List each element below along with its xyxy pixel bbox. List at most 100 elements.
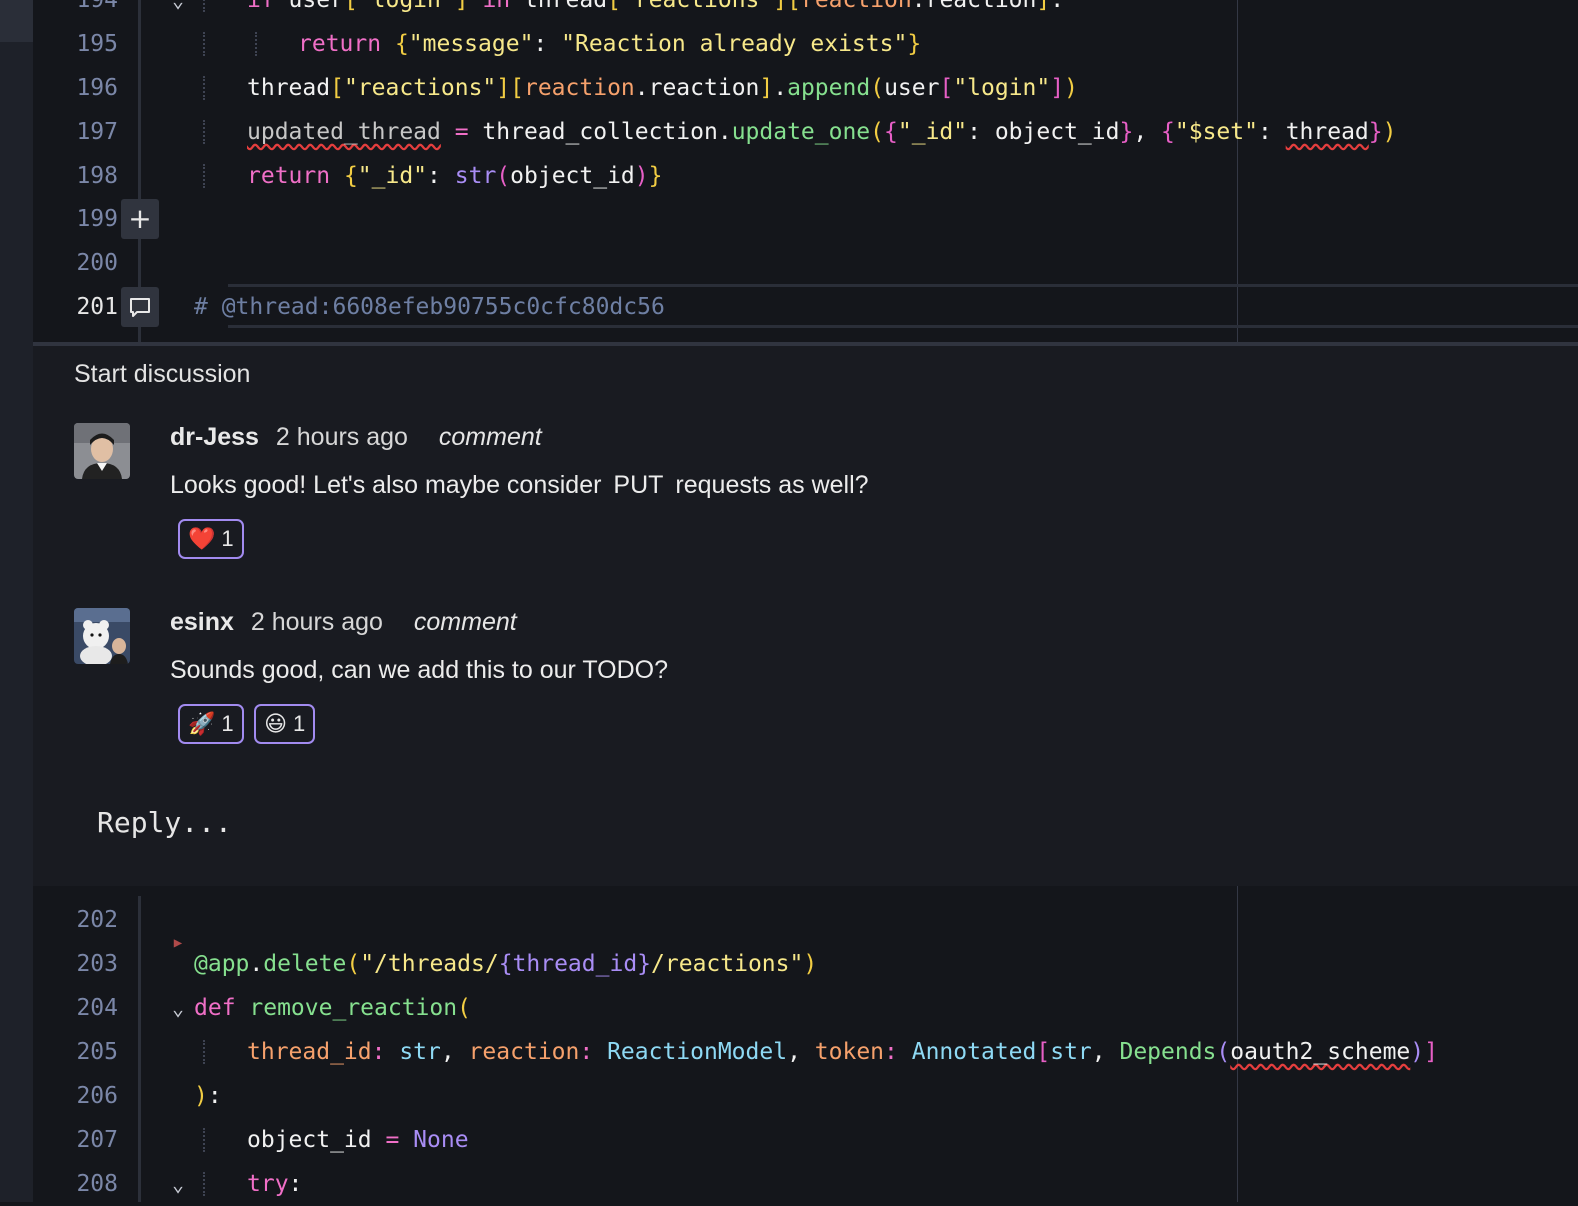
reaction-rocket[interactable]: 🚀 1 [178, 704, 244, 744]
avatar[interactable] [74, 423, 130, 479]
code-text: thread_id: str, reaction: ReactionModel,… [247, 1030, 1438, 1074]
code-token: "reactions" [343, 75, 497, 101]
comment-text: Sounds good, can we add this to our TODO… [170, 656, 668, 684]
code-text: def remove_reaction( [194, 986, 471, 1030]
code-token: : [288, 1171, 303, 1197]
code-token: reaction [468, 1039, 580, 1065]
code-token: "reactions" [620, 0, 774, 13]
breakpoint-arrow-icon[interactable]: ▶ [167, 930, 189, 956]
heart-icon: ❤️ [188, 527, 216, 552]
reaction-list: 🚀 1 😃 1 [178, 704, 321, 744]
line-number: 207 [76, 1127, 118, 1153]
code-line[interactable]: 194 ⌄ if user["login"] in thread["reacti… [33, 0, 1578, 22]
code-token: "_id" [897, 119, 968, 145]
smiley-icon: 😃 [264, 712, 288, 737]
code-token: ][ [496, 75, 524, 101]
code-token: { [884, 119, 898, 145]
comment-header: dr-Jess 2 hours ago comment [170, 423, 542, 452]
code-text: if user["login"] in thread["reactions"][… [247, 0, 1064, 22]
comment-author[interactable]: esinx [170, 608, 234, 636]
code-token: "login" [357, 0, 455, 13]
fold-chevron-icon[interactable]: ⌄ [167, 0, 189, 13]
code-token: = [371, 1127, 414, 1153]
code-line[interactable]: 199 + [33, 197, 1578, 241]
code-token: ) [803, 951, 818, 977]
code-token: : object_id [967, 119, 1120, 145]
code-token: [ [1036, 1039, 1051, 1065]
code-line[interactable]: 196 thread["reactions"][reaction.reactio… [33, 66, 1578, 110]
code-line[interactable]: 206 ): [33, 1074, 1578, 1118]
fold-chevron-icon[interactable]: ⌄ [167, 1171, 189, 1197]
code-token: "$set" [1174, 119, 1258, 145]
code-token: [ [939, 75, 954, 101]
line-number: 195 [76, 31, 118, 57]
code-line[interactable]: 204 ⌄ def remove_reaction( [33, 986, 1578, 1030]
code-token: ( [870, 75, 885, 101]
code-line[interactable]: 200 [33, 241, 1578, 285]
code-token: update_one [731, 119, 871, 145]
code-line[interactable]: 198 return {"_id": str(object_id)} [33, 154, 1578, 198]
code-token: } [637, 951, 652, 977]
code-token: { [343, 163, 358, 189]
code-token: append [787, 75, 871, 101]
code-line[interactable]: 197 updated_thread = thread_collection.u… [33, 110, 1578, 154]
code-line[interactable]: 208 ⌄ try: [33, 1162, 1578, 1206]
code-token: , [1091, 1039, 1120, 1065]
comment-body: Looks good! Let's also maybe consider PUT… [170, 471, 869, 500]
code-token: , [1133, 119, 1162, 145]
comment-text: Looks good! Let's also maybe consider [170, 471, 602, 499]
code-text: thread["reactions"][reaction.reaction].a… [247, 66, 1078, 110]
line-number: 206 [76, 1083, 118, 1109]
code-token: reaction [800, 0, 912, 13]
comment-author[interactable]: dr-Jess [170, 423, 259, 451]
line-number: 196 [76, 75, 118, 101]
code-token: str [454, 163, 497, 189]
code-token: ] [759, 75, 774, 101]
code-token: { [498, 951, 513, 977]
add-comment-button[interactable]: + [121, 199, 159, 239]
code-line[interactable]: 201 # @thread:6608efeb90755c0cfc80dc56 [33, 285, 1578, 329]
fold-chevron-icon[interactable]: ⌄ [167, 995, 189, 1021]
code-token: . [249, 951, 264, 977]
discussion-title: Start discussion [74, 360, 251, 388]
code-token: "message" [408, 31, 534, 57]
code-token: oauth2_scheme [1230, 1039, 1411, 1065]
code-token: in [482, 0, 524, 13]
code-token: str [399, 1039, 441, 1065]
code-token: thread [247, 75, 331, 101]
code-line[interactable]: 207 object_id = None [33, 1118, 1578, 1162]
code-editor-top[interactable]: 194 ⌄ if user["login"] in thread["reacti… [33, 0, 1578, 342]
code-line[interactable]: 205 thread_id: str, reaction: ReactionMo… [33, 1030, 1578, 1074]
code-line[interactable]: 203 ▶ @app.delete("/threads/{thread_id}/… [33, 935, 1578, 986]
inline-code: PUT [613, 471, 664, 499]
line-number: 205 [76, 1039, 118, 1065]
comment-thread-icon[interactable] [121, 287, 159, 327]
rocket-icon: 🚀 [188, 712, 216, 737]
code-token: user [884, 75, 940, 101]
code-token: None [413, 1127, 469, 1153]
code-token: ( [457, 995, 471, 1021]
code-token: } [907, 31, 922, 57]
reply-input[interactable]: Reply... [97, 806, 232, 839]
reaction-smiley[interactable]: 😃 1 [254, 704, 316, 744]
line-number: 194 [76, 0, 118, 13]
code-token: ReactionModel [607, 1039, 788, 1065]
code-token: object_id [510, 163, 635, 189]
code-token: ] [1424, 1039, 1438, 1065]
code-token: .reaction [911, 0, 1037, 13]
reaction-heart[interactable]: ❤️ 1 [178, 519, 244, 559]
line-number: 197 [76, 119, 118, 145]
code-token: thread_collection [482, 119, 718, 145]
code-token: = [440, 119, 483, 145]
code-token: , [787, 1039, 815, 1065]
code-line[interactable]: 195 return {"message": "Reaction already… [33, 22, 1578, 66]
code-token: reaction [523, 75, 635, 101]
code-text: updated_thread = thread_collection.updat… [247, 110, 1397, 154]
code-editor-bottom[interactable]: 202 203 ▶ @app.delete("/threads/{thread_… [33, 886, 1578, 1202]
code-token: # @thread:6608efeb90755c0cfc80dc56 [194, 294, 665, 320]
code-token: . [717, 119, 732, 145]
code-line[interactable]: 202 [33, 898, 1578, 942]
code-token: : [371, 1039, 400, 1065]
line-number: 201 [76, 294, 118, 320]
avatar[interactable] [74, 608, 130, 664]
